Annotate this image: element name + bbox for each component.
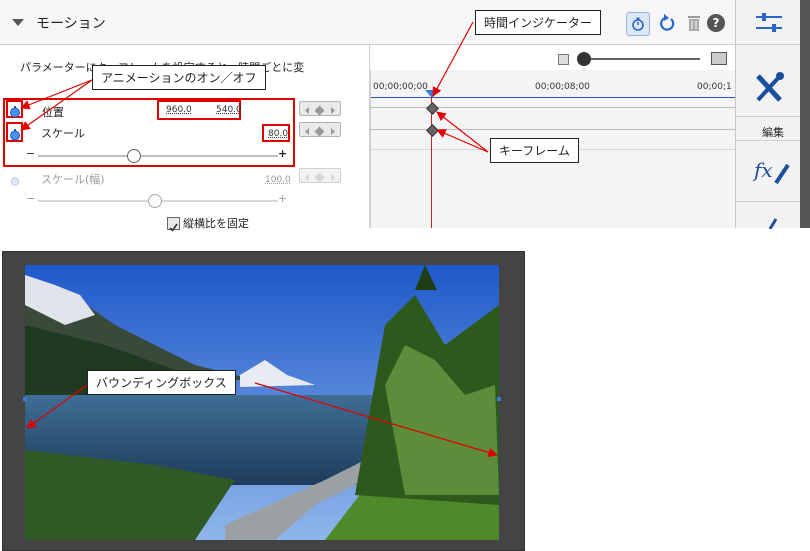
callout-animation-toggle: アニメーションのオン／オフ	[92, 65, 266, 90]
callout-keyframe: キーフレーム	[490, 138, 579, 163]
callout-bounding-box: バウンディングボックス	[87, 370, 236, 395]
callout-time-indicator: 時間インジケーター	[475, 10, 602, 35]
